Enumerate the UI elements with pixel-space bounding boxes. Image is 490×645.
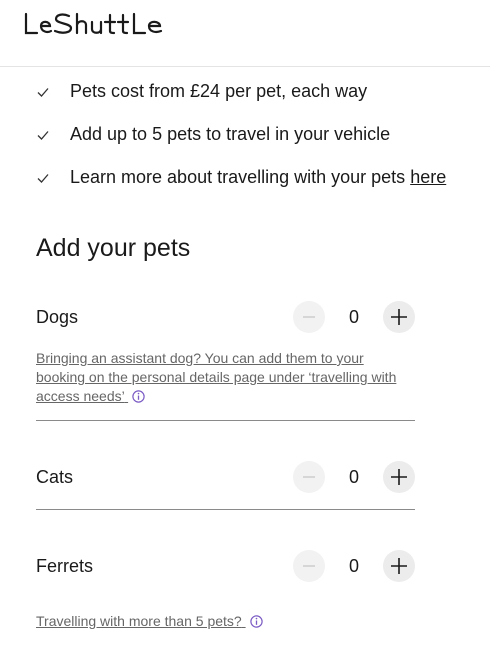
divider xyxy=(36,509,415,510)
benefit-item: Pets cost from £24 per pet, each way xyxy=(36,70,476,113)
increment-button[interactable] xyxy=(383,301,415,333)
minus-icon xyxy=(303,476,315,478)
quantity-stepper: 0 xyxy=(293,461,415,493)
benefit-item: Learn more about travelling with your pe… xyxy=(36,156,476,199)
check-icon xyxy=(37,87,49,97)
pet-row-dogs: Dogs 0 xyxy=(36,297,415,337)
benefit-text: Add up to 5 pets to travel in your vehic… xyxy=(70,124,391,144)
pet-label: Dogs xyxy=(36,306,79,327)
site-header xyxy=(0,0,490,67)
quantity-stepper: 0 xyxy=(293,550,415,582)
more-pets-text: Travelling with more than 5 pets? xyxy=(36,613,242,629)
pet-row-ferrets: Ferrets 0 xyxy=(36,546,415,586)
pet-label: Cats xyxy=(36,466,74,487)
plus-icon xyxy=(391,309,407,325)
decrement-button[interactable] xyxy=(293,301,325,333)
increment-button[interactable] xyxy=(383,550,415,582)
plus-icon xyxy=(391,469,407,485)
minus-icon xyxy=(303,565,315,567)
divider xyxy=(36,420,415,421)
benefit-text: Learn more about travelling with your pe… xyxy=(70,167,406,187)
decrement-button[interactable] xyxy=(293,550,325,582)
quantity-value: 0 xyxy=(348,466,359,487)
assistant-dog-text: Bringing an assistant dog? You can add t… xyxy=(36,350,397,404)
plus-icon xyxy=(391,558,407,574)
increment-button[interactable] xyxy=(383,461,415,493)
decrement-button[interactable] xyxy=(293,461,325,493)
assistant-dog-link[interactable]: Bringing an assistant dog? You can add t… xyxy=(36,349,416,406)
pets-info-link[interactable]: here xyxy=(410,167,446,188)
more-pets-link[interactable]: Travelling with more than 5 pets? xyxy=(36,613,263,629)
quantity-stepper: 0 xyxy=(293,301,415,333)
check-icon xyxy=(37,130,49,140)
quantity-value: 0 xyxy=(348,306,359,327)
benefit-item: Add up to 5 pets to travel in your vehic… xyxy=(36,113,476,156)
quantity-value: 0 xyxy=(348,555,359,576)
info-icon[interactable] xyxy=(132,390,145,403)
pet-label: Ferrets xyxy=(36,555,94,576)
leshuttle-logo[interactable] xyxy=(24,12,186,41)
pet-row-cats: Cats 0 xyxy=(36,457,415,497)
pet-benefits-list: Pets cost from £24 per pet, each way Add… xyxy=(36,70,476,199)
section-title: Add your pets xyxy=(36,234,191,262)
check-icon xyxy=(37,173,49,183)
info-icon[interactable] xyxy=(249,615,263,628)
benefit-text: Pets cost from £24 per pet, each way xyxy=(70,81,368,101)
minus-icon xyxy=(303,316,315,318)
